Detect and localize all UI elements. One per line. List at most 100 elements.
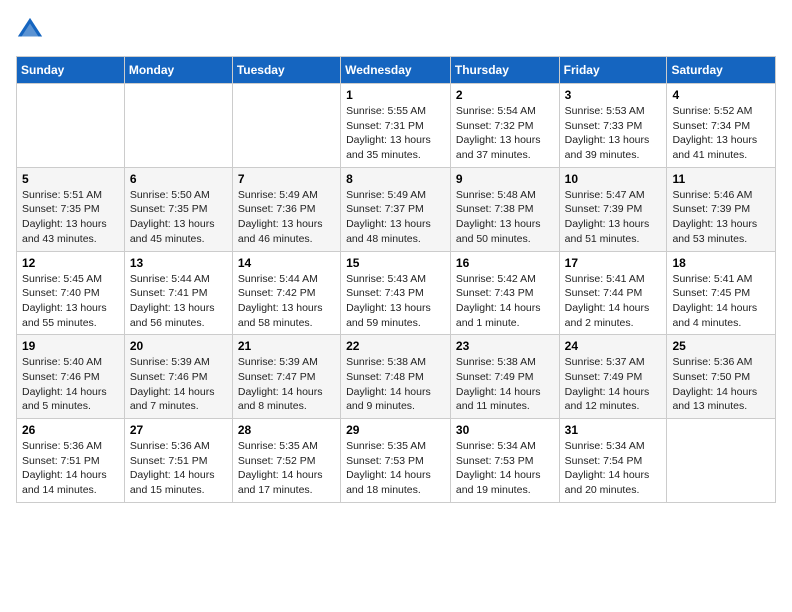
day-detail: Sunrise: 5:53 AMSunset: 7:33 PMDaylight:… <box>565 104 662 163</box>
calendar-cell: 21Sunrise: 5:39 AMSunset: 7:47 PMDayligh… <box>232 335 340 419</box>
weekday-header: Tuesday <box>232 57 340 84</box>
calendar-cell: 12Sunrise: 5:45 AMSunset: 7:40 PMDayligh… <box>17 251 125 335</box>
day-number: 18 <box>672 256 770 270</box>
day-number: 16 <box>456 256 554 270</box>
day-detail: Sunrise: 5:41 AMSunset: 7:45 PMDaylight:… <box>672 272 770 331</box>
calendar-cell: 31 Sunrise: 5:34 AMSunset: 7:54 PMDayligh… <box>559 419 667 503</box>
calendar-cell: 20 Sunrise: 5:39 AMSunset: 7:46 PMDayligh… <box>124 335 232 419</box>
day-detail: Sunrise: 5:36 AMSunset: 7:51 PMDaylight:… <box>130 439 227 498</box>
day-number: 22 <box>346 339 445 353</box>
day-detail: Sunrise: 5:50 AMSunset: 7:35 PMDaylight:… <box>130 188 227 247</box>
calendar-week-row: 1 Sunrise: 5:55 AMSunset: 7:31 PMDaylight… <box>17 84 776 168</box>
day-number: 19 <box>22 339 119 353</box>
day-detail: Sunrise: 5:51 AMSunset: 7:35 PMDaylight:… <box>22 188 119 247</box>
day-detail: Sunrise: 5:42 AMSunset: 7:43 PMDaylight:… <box>456 272 554 331</box>
calendar-header-row: SundayMondayTuesdayWednesdayThursdayFrid… <box>17 57 776 84</box>
day-number: 17 <box>565 256 662 270</box>
weekday-header: Thursday <box>450 57 559 84</box>
calendar-cell: 22 Sunrise: 5:38 AMSunset: 7:48 PMDayligh… <box>341 335 451 419</box>
calendar-cell: 26 Sunrise: 5:36 AMSunset: 7:51 PMDayligh… <box>17 419 125 503</box>
day-detail: Sunrise: 5:49 AMSunset: 7:37 PMDaylight:… <box>346 188 445 247</box>
calendar-cell <box>232 84 340 168</box>
day-number: 14 <box>238 256 335 270</box>
weekday-header: Monday <box>124 57 232 84</box>
day-detail: Sunrise: 5:52 AMSunset: 7:34 PMDaylight:… <box>672 104 770 163</box>
day-detail: Sunrise: 5:35 AMSunset: 7:53 PMDaylight:… <box>346 439 445 498</box>
day-detail: Sunrise: 5:41 AMSunset: 7:44 PMDaylight:… <box>565 272 662 331</box>
day-number: 31 <box>565 423 662 437</box>
calendar-cell: 14Sunrise: 5:44 AMSunset: 7:42 PMDayligh… <box>232 251 340 335</box>
day-detail: Sunrise: 5:40 AMSunset: 7:46 PMDaylight:… <box>22 355 119 414</box>
day-detail: Sunrise: 5:36 AMSunset: 7:50 PMDaylight:… <box>672 355 770 414</box>
calendar-cell: 11Sunrise: 5:46 AMSunset: 7:39 PMDayligh… <box>667 167 776 251</box>
day-number: 12 <box>22 256 119 270</box>
calendar-cell: 15Sunrise: 5:43 AMSunset: 7:43 PMDayligh… <box>341 251 451 335</box>
calendar-cell: 5 Sunrise: 5:51 AMSunset: 7:35 PMDaylight… <box>17 167 125 251</box>
calendar-cell <box>17 84 125 168</box>
day-detail: Sunrise: 5:49 AMSunset: 7:36 PMDaylight:… <box>238 188 335 247</box>
calendar-cell: 13 Sunrise: 5:44 AMSunset: 7:41 PMDayligh… <box>124 251 232 335</box>
calendar-cell: 18 Sunrise: 5:41 AMSunset: 7:45 PMDayligh… <box>667 251 776 335</box>
calendar-cell <box>667 419 776 503</box>
calendar-cell: 29 Sunrise: 5:35 AMSunset: 7:53 PMDayligh… <box>341 419 451 503</box>
calendar-week-row: 12Sunrise: 5:45 AMSunset: 7:40 PMDayligh… <box>17 251 776 335</box>
calendar-cell: 10 Sunrise: 5:47 AMSunset: 7:39 PMDayligh… <box>559 167 667 251</box>
calendar-cell: 9Sunrise: 5:48 AMSunset: 7:38 PMDaylight… <box>450 167 559 251</box>
day-number: 8 <box>346 172 445 186</box>
calendar-cell: 19 Sunrise: 5:40 AMSunset: 7:46 PMDayligh… <box>17 335 125 419</box>
day-detail: Sunrise: 5:34 AMSunset: 7:53 PMDaylight:… <box>456 439 554 498</box>
calendar-cell: 23Sunrise: 5:38 AMSunset: 7:49 PMDayligh… <box>450 335 559 419</box>
page-header <box>16 16 776 44</box>
day-number: 10 <box>565 172 662 186</box>
weekday-header: Saturday <box>667 57 776 84</box>
day-number: 30 <box>456 423 554 437</box>
calendar-cell: 2Sunrise: 5:54 AMSunset: 7:32 PMDaylight… <box>450 84 559 168</box>
calendar-cell: 7Sunrise: 5:49 AMSunset: 7:36 PMDaylight… <box>232 167 340 251</box>
calendar-cell <box>124 84 232 168</box>
calendar-cell: 16 Sunrise: 5:42 AMSunset: 7:43 PMDayligh… <box>450 251 559 335</box>
day-detail: Sunrise: 5:55 AMSunset: 7:31 PMDaylight:… <box>346 104 445 163</box>
day-number: 13 <box>130 256 227 270</box>
day-number: 25 <box>672 339 770 353</box>
day-number: 27 <box>130 423 227 437</box>
day-detail: Sunrise: 5:43 AMSunset: 7:43 PMDaylight:… <box>346 272 445 331</box>
weekday-header: Friday <box>559 57 667 84</box>
day-detail: Sunrise: 5:38 AMSunset: 7:48 PMDaylight:… <box>346 355 445 414</box>
calendar-cell: 8 Sunrise: 5:49 AMSunset: 7:37 PMDaylight… <box>341 167 451 251</box>
logo-icon <box>16 16 44 44</box>
calendar-cell: 25 Sunrise: 5:36 AMSunset: 7:50 PMDayligh… <box>667 335 776 419</box>
weekday-header: Wednesday <box>341 57 451 84</box>
day-number: 5 <box>22 172 119 186</box>
calendar-cell: 3 Sunrise: 5:53 AMSunset: 7:33 PMDaylight… <box>559 84 667 168</box>
day-number: 29 <box>346 423 445 437</box>
day-detail: Sunrise: 5:37 AMSunset: 7:49 PMDaylight:… <box>565 355 662 414</box>
day-detail: Sunrise: 5:39 AMSunset: 7:46 PMDaylight:… <box>130 355 227 414</box>
day-detail: Sunrise: 5:34 AMSunset: 7:54 PMDaylight:… <box>565 439 662 498</box>
day-number: 1 <box>346 88 445 102</box>
day-detail: Sunrise: 5:48 AMSunset: 7:38 PMDaylight:… <box>456 188 554 247</box>
calendar-table: SundayMondayTuesdayWednesdayThursdayFrid… <box>16 56 776 503</box>
calendar-cell: 1 Sunrise: 5:55 AMSunset: 7:31 PMDaylight… <box>341 84 451 168</box>
day-number: 3 <box>565 88 662 102</box>
calendar-cell: 27 Sunrise: 5:36 AMSunset: 7:51 PMDayligh… <box>124 419 232 503</box>
day-detail: Sunrise: 5:46 AMSunset: 7:39 PMDaylight:… <box>672 188 770 247</box>
calendar-week-row: 26 Sunrise: 5:36 AMSunset: 7:51 PMDayligh… <box>17 419 776 503</box>
weekday-header: Sunday <box>17 57 125 84</box>
day-number: 24 <box>565 339 662 353</box>
day-number: 28 <box>238 423 335 437</box>
calendar-cell: 17 Sunrise: 5:41 AMSunset: 7:44 PMDayligh… <box>559 251 667 335</box>
day-number: 26 <box>22 423 119 437</box>
day-detail: Sunrise: 5:47 AMSunset: 7:39 PMDaylight:… <box>565 188 662 247</box>
day-number: 6 <box>130 172 227 186</box>
day-detail: Sunrise: 5:54 AMSunset: 7:32 PMDaylight:… <box>456 104 554 163</box>
calendar-cell: 4Sunrise: 5:52 AMSunset: 7:34 PMDaylight… <box>667 84 776 168</box>
day-detail: Sunrise: 5:44 AMSunset: 7:41 PMDaylight:… <box>130 272 227 331</box>
day-detail: Sunrise: 5:38 AMSunset: 7:49 PMDaylight:… <box>456 355 554 414</box>
day-detail: Sunrise: 5:36 AMSunset: 7:51 PMDaylight:… <box>22 439 119 498</box>
calendar-cell: 24 Sunrise: 5:37 AMSunset: 7:49 PMDayligh… <box>559 335 667 419</box>
calendar-cell: 30 Sunrise: 5:34 AMSunset: 7:53 PMDayligh… <box>450 419 559 503</box>
day-detail: Sunrise: 5:39 AMSunset: 7:47 PMDaylight:… <box>238 355 335 414</box>
day-number: 20 <box>130 339 227 353</box>
logo <box>16 16 48 44</box>
calendar-week-row: 5 Sunrise: 5:51 AMSunset: 7:35 PMDaylight… <box>17 167 776 251</box>
